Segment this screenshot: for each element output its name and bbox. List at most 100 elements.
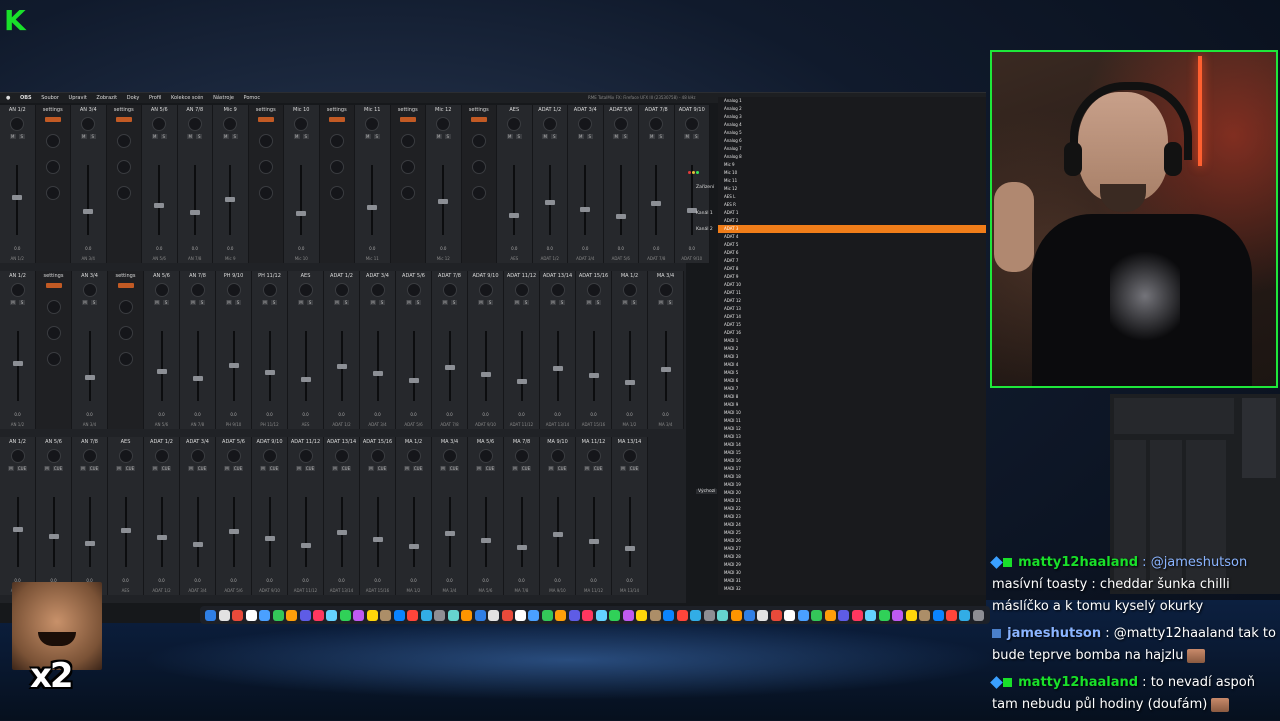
pan-knob[interactable] (622, 283, 637, 297)
dropdown-item[interactable]: AES R (718, 201, 986, 209)
gain-knob[interactable] (116, 186, 131, 200)
pan-knob[interactable] (649, 117, 664, 131)
mute-button[interactable]: M (151, 134, 158, 139)
mute-button[interactable]: M (584, 466, 590, 471)
dock-app-icon[interactable] (757, 609, 769, 621)
dropdown-item[interactable]: MADI 2 (718, 345, 986, 353)
dropdown-item[interactable]: Analog 6 (718, 137, 986, 145)
pan-knob[interactable] (10, 283, 25, 297)
cue-button[interactable]: CUE (125, 466, 135, 471)
volume-fader[interactable] (192, 331, 203, 401)
solo-button[interactable]: S (199, 300, 205, 305)
mute-button[interactable]: M (334, 300, 340, 305)
dropdown-item[interactable]: MADI 10 (718, 409, 986, 417)
solo-button[interactable]: S (559, 300, 565, 305)
mute-button[interactable]: M (9, 134, 16, 139)
solo-button[interactable]: S (163, 300, 169, 305)
gain-knob[interactable] (116, 134, 131, 148)
solo-button[interactable]: S (693, 134, 700, 139)
cue-button[interactable]: CUE (485, 466, 495, 471)
volume-fader[interactable] (509, 165, 520, 235)
mute-button[interactable]: M (260, 466, 266, 471)
solo-button[interactable]: S (343, 300, 349, 305)
mute-button[interactable]: M (10, 300, 16, 305)
dock-app-icon[interactable] (703, 609, 715, 621)
channel-dropdown-list[interactable]: Analog 1 Analog 2 Analog 3 Analog 4 Analog 5… (718, 97, 986, 595)
mute-button[interactable]: M (406, 300, 412, 305)
dock-app-icon[interactable] (461, 609, 473, 621)
solo-button[interactable]: S (451, 300, 457, 305)
volume-fader[interactable] (408, 497, 419, 567)
solo-button[interactable]: S (160, 134, 167, 139)
volume-fader[interactable] (300, 331, 311, 401)
stereo-toggle[interactable] (399, 117, 416, 122)
volume-fader[interactable] (580, 165, 591, 235)
pan-knob[interactable] (82, 449, 97, 463)
gain-knob[interactable] (400, 134, 415, 148)
dropdown-item[interactable]: MADI 23 (718, 513, 986, 521)
mute-button[interactable]: M (364, 134, 371, 139)
mute-button[interactable]: M (222, 134, 229, 139)
dropdown-item[interactable]: MADI 7 (718, 385, 986, 393)
dock-app-icon[interactable] (245, 609, 257, 621)
solo-button[interactable]: S (444, 134, 451, 139)
dock-app-icon[interactable] (339, 609, 351, 621)
pan-knob[interactable] (190, 283, 205, 297)
dropdown-item[interactable]: Analog 1 (718, 97, 986, 105)
solo-button[interactable]: S (307, 300, 313, 305)
solo-button[interactable]: S (631, 300, 637, 305)
pan-knob[interactable] (406, 283, 421, 297)
mute-button[interactable]: M (684, 134, 691, 139)
dropdown-item[interactable]: MADI 29 (718, 561, 986, 569)
mute-button[interactable]: M (154, 300, 160, 305)
gain-knob[interactable] (46, 300, 61, 314)
dropdown-item[interactable]: Mic 9 (718, 161, 986, 169)
pan-knob[interactable] (436, 117, 451, 131)
dropdown-item[interactable]: Analog 8 (718, 153, 986, 161)
volume-fader[interactable] (624, 497, 635, 567)
solo-button[interactable]: S (91, 300, 97, 305)
pan-knob[interactable] (370, 449, 385, 463)
dropdown-item[interactable]: ADAT 6 (718, 249, 986, 257)
dropdown-item[interactable]: ADAT 14 (718, 313, 986, 321)
mute-button[interactable]: M (190, 300, 196, 305)
volume-fader[interactable] (192, 497, 203, 567)
mute-button[interactable]: M (8, 466, 14, 471)
volume-fader[interactable] (516, 497, 527, 567)
menu-zobrazit[interactable]: Zobrazit (96, 93, 117, 103)
volume-fader[interactable] (480, 497, 491, 567)
dock-app-icon[interactable] (380, 609, 392, 621)
pan-knob[interactable] (578, 117, 593, 131)
menu-upravit[interactable]: Upravit (69, 93, 87, 103)
dropdown-item[interactable]: Analog 7 (718, 145, 986, 153)
label-vychozi[interactable]: Výchozí (696, 489, 718, 494)
pan-knob[interactable] (262, 449, 277, 463)
menu-pomoc[interactable]: Pomoc (244, 93, 261, 103)
mute-button[interactable]: M (152, 466, 158, 471)
mute-button[interactable]: M (550, 300, 556, 305)
volume-fader[interactable] (651, 165, 662, 235)
dropdown-item[interactable]: Analog 2 (718, 105, 986, 113)
dock-app-icon[interactable] (676, 609, 688, 621)
dock-app-icon[interactable] (420, 609, 432, 621)
mute-button[interactable]: M (262, 300, 268, 305)
dock-app-icon[interactable] (838, 609, 850, 621)
volume-fader[interactable] (264, 331, 275, 401)
volume-fader[interactable] (300, 497, 311, 567)
dock-app-icon[interactable] (528, 609, 540, 621)
dock-app-icon[interactable] (488, 609, 500, 621)
volume-fader[interactable] (154, 165, 165, 235)
dropdown-item[interactable]: MADI 16 (718, 457, 986, 465)
dock-app-icon[interactable] (690, 609, 702, 621)
dropdown-item[interactable]: Mic 11 (718, 177, 986, 185)
mute-button[interactable]: M (512, 466, 518, 471)
volume-fader[interactable] (516, 331, 527, 401)
dock-app-icon[interactable] (649, 609, 661, 621)
menu-kolekce[interactable]: Kolekce scén (171, 93, 203, 103)
cue-button[interactable]: CUE (89, 466, 99, 471)
solo-button[interactable]: S (551, 134, 558, 139)
solo-button[interactable]: S (657, 134, 664, 139)
dock-app-icon[interactable] (447, 609, 459, 621)
dock-app-icon[interactable] (622, 609, 634, 621)
mute-button[interactable]: M (442, 300, 448, 305)
